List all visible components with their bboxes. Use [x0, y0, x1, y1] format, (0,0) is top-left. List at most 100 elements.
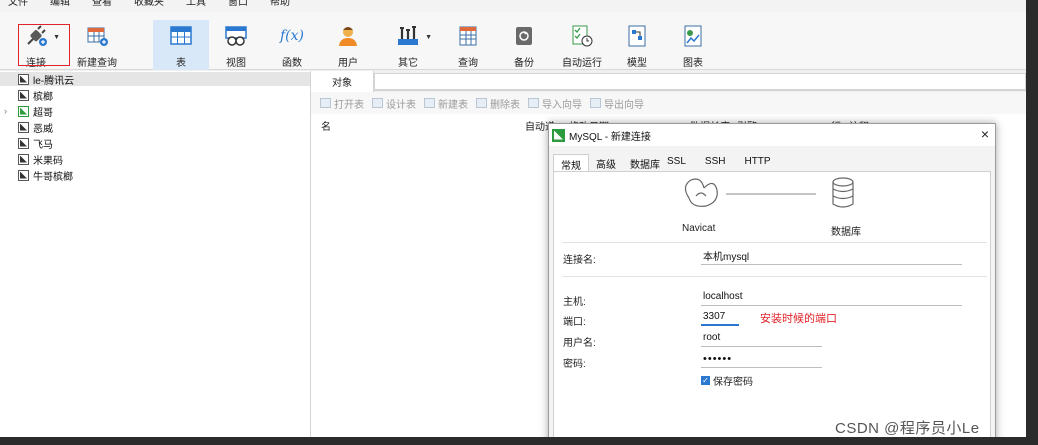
import-icon — [528, 98, 539, 108]
navicat-logo-icon — [552, 128, 565, 142]
nav-item-label: 槟榔 — [33, 91, 53, 103]
new-query-label: 新建查询 — [77, 58, 117, 69]
users-button[interactable]: 用户 — [323, 20, 373, 70]
menu-favorites[interactable]: 收藏夹 — [134, 0, 164, 9]
backup-button[interactable]: 备份 — [499, 20, 549, 70]
query-icon — [456, 24, 480, 48]
column-header-name[interactable]: 名 — [321, 118, 331, 133]
nav-item-connection[interactable]: 恶威 — [18, 120, 53, 135]
query-button[interactable]: 查询 — [443, 20, 493, 70]
export-wizard-label: 导出向导 — [604, 99, 644, 111]
nav-item-connection[interactable]: 飞马 — [18, 136, 53, 151]
dialog-tabs: 常规 高级 数据库 SSL SSH HTTP — [553, 154, 778, 172]
tab-http[interactable]: HTTP — [737, 154, 777, 171]
database-label: 数据库 — [831, 227, 861, 238]
export-icon — [590, 98, 601, 108]
dialog-title-bar: MySQL - 新建连接 — [549, 124, 995, 146]
menu-edit[interactable]: 编辑 — [50, 0, 70, 9]
connection-icon — [18, 73, 29, 85]
tab-ssl[interactable]: SSL — [664, 154, 698, 171]
import-wizard-label: 导入向导 — [542, 99, 582, 111]
new-table-label: 新建表 — [438, 99, 468, 111]
port-input[interactable]: 3307 — [701, 308, 739, 326]
backup-icon — [512, 24, 536, 48]
new-query-icon — [85, 24, 109, 48]
divider — [562, 242, 987, 243]
checkbox-checked-icon: ✓ — [701, 376, 710, 385]
connection-name-label: 连接名: — [563, 255, 596, 266]
chevron-down-icon[interactable]: ▼ — [425, 34, 432, 41]
functions-button[interactable]: f(x) 函数 — [267, 20, 317, 70]
save-password-checkbox[interactable]: ✓ 保存密码 — [701, 373, 753, 388]
tab-ssh[interactable]: SSH — [698, 154, 738, 171]
new-query-button[interactable]: 新建查询 — [72, 20, 122, 70]
views-button[interactable]: 视图 — [211, 20, 261, 70]
others-button[interactable]: ▼ 其它 — [383, 20, 433, 70]
general-panel: Navicat 数据库 连接名: 本机mysql 主机: localhost 端… — [553, 171, 991, 437]
host-label: 主机: — [563, 297, 586, 308]
nav-item-connection[interactable]: le-腾讯云 — [0, 72, 310, 87]
nav-item-label: 恶威 — [33, 123, 53, 135]
menu-bar: 文件 编辑 查看 收藏夹 工具 窗口 帮助 — [0, 0, 1026, 12]
menu-tools[interactable]: 工具 — [186, 0, 206, 9]
nav-item-label: 牛哥槟榔 — [33, 171, 73, 183]
main-toolbar: ▼ 连接 新建查询 表 视图 f(x) 函数 用户 ▼ 其它 查询 备份 自动运… — [0, 12, 1026, 70]
open-table-icon — [320, 98, 331, 108]
delete-table-button[interactable]: 删除表 — [476, 96, 520, 111]
import-wizard-button[interactable]: 导入向导 — [528, 96, 582, 111]
username-label: 用户名: — [563, 338, 596, 349]
nav-item-connection[interactable]: 牛哥槟榔 — [18, 168, 73, 183]
menu-window[interactable]: 窗口 — [228, 0, 248, 9]
new-table-button[interactable]: 新建表 — [424, 96, 468, 111]
password-label: 密码: — [563, 359, 586, 370]
model-button[interactable]: 模型 — [612, 20, 662, 70]
tab-objects[interactable]: 对象 — [311, 71, 374, 92]
tab-strip — [374, 73, 1026, 90]
export-wizard-button[interactable]: 导出向导 — [590, 96, 644, 111]
divider — [562, 276, 987, 277]
menu-view[interactable]: 查看 — [92, 0, 112, 9]
chart-icon — [681, 24, 705, 48]
connection-navigator: le-腾讯云 槟榔 超哥 恶威 飞马 米果码 牛哥槟榔 — [0, 71, 311, 437]
connect-highlight-box — [18, 24, 70, 66]
tab-general[interactable]: 常规 — [553, 154, 589, 172]
auto-run-icon — [570, 24, 594, 48]
password-input[interactable]: •••••• — [701, 350, 822, 368]
connection-active-icon — [18, 105, 29, 117]
menu-help[interactable]: 帮助 — [270, 0, 290, 9]
charts-label: 图表 — [683, 58, 703, 69]
nav-item-label: le-腾讯云 — [33, 75, 75, 87]
new-table-icon — [424, 98, 435, 108]
username-input[interactable]: root — [701, 329, 822, 347]
connection-name-input[interactable]: 本机mysql — [701, 247, 962, 265]
open-table-button[interactable]: 打开表 — [320, 96, 364, 111]
navicat-icon — [684, 178, 718, 207]
auto-run-button[interactable]: 自动运行 — [557, 20, 607, 70]
watermark: CSDN @程序员小Le — [835, 420, 980, 437]
nav-item-connection[interactable]: 槟榔 — [18, 88, 53, 103]
design-table-label: 设计表 — [386, 99, 416, 111]
navicat-label: Navicat — [682, 223, 716, 234]
menu-file[interactable]: 文件 — [8, 0, 28, 9]
design-table-button[interactable]: 设计表 — [372, 96, 416, 111]
connection-icon — [18, 89, 29, 101]
host-input[interactable]: localhost — [701, 288, 962, 306]
nav-item-connection[interactable]: 超哥 — [18, 104, 53, 119]
nav-item-connection[interactable]: 米果码 — [18, 152, 63, 167]
function-icon: f(x) — [280, 24, 304, 48]
charts-button[interactable]: 图表 — [668, 20, 718, 70]
expand-arrow-icon[interactable]: › — [4, 106, 7, 116]
connection-icon — [18, 137, 29, 149]
connection-icon — [18, 169, 29, 181]
close-icon[interactable]: × — [981, 126, 989, 142]
tab-advanced[interactable]: 高级 — [589, 154, 623, 171]
new-connection-dialog: MySQL - 新建连接 × 常规 高级 数据库 SSL SSH HTTP Na… — [548, 123, 996, 437]
open-table-label: 打开表 — [334, 99, 364, 111]
navicat-window: 文件 编辑 查看 收藏夹 工具 窗口 帮助 ▼ 连接 新建查询 表 视图 f(x… — [0, 0, 1026, 437]
function-glyph: f(x) — [280, 28, 305, 44]
delete-table-icon — [476, 98, 487, 108]
nav-item-label: 米果码 — [33, 155, 63, 167]
tab-databases[interactable]: 数据库 — [623, 154, 664, 171]
connection-icon — [18, 121, 29, 133]
port-label: 端口: — [563, 317, 586, 328]
